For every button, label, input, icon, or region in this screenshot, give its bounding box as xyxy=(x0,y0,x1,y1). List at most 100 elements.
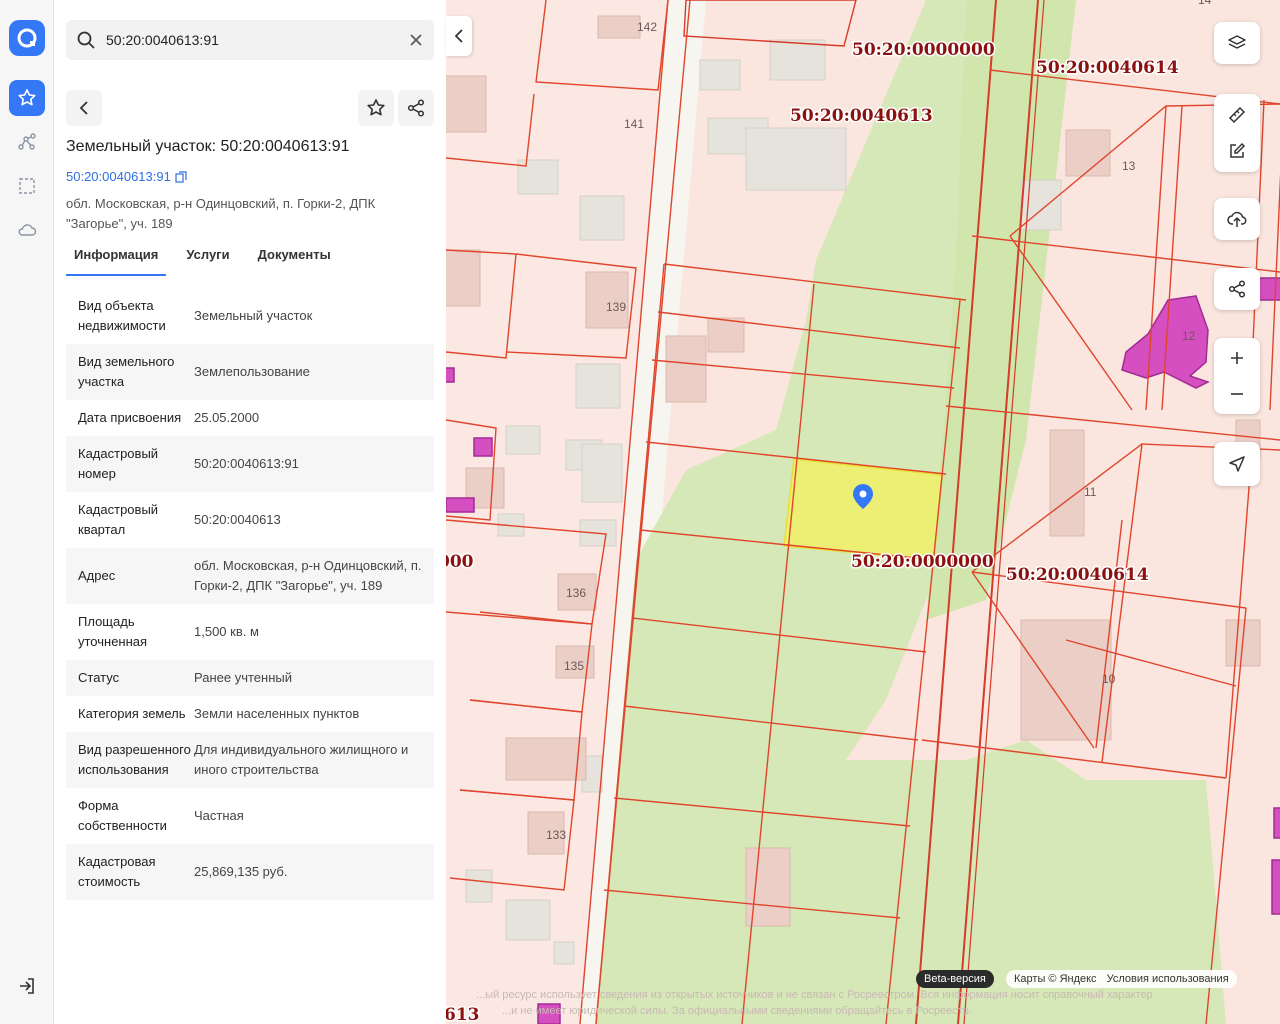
house-number-label: 135 xyxy=(564,659,584,673)
info-row: Вид разрешенного использования Для индиви… xyxy=(66,732,434,788)
logout-button[interactable] xyxy=(17,976,37,1001)
map-canvas[interactable]: 142 141 139 136 135 133 13 12 11 10 14 50:20:00000… xyxy=(446,0,1280,1024)
terms-link[interactable]: Условия использования xyxy=(1107,973,1229,985)
locate-button[interactable] xyxy=(1214,442,1260,486)
info-row-value: обл. Московская, р-н Одинцовский, п. Гор… xyxy=(194,558,422,593)
info-row-value: 1,500 кв. м xyxy=(194,624,259,639)
selection-nav-button[interactable] xyxy=(9,168,45,204)
house-number-label: 10 xyxy=(1102,672,1116,686)
house-number-label: 136 xyxy=(566,586,586,600)
info-row-value: 50:20:0040613:91 xyxy=(194,456,299,471)
edit-icon xyxy=(1230,142,1246,158)
quarter-label: 50:20:0040613 xyxy=(790,106,933,126)
quarter-label: 50:20:0040614 xyxy=(1006,565,1149,585)
back-button[interactable] xyxy=(66,90,102,126)
quarter-label: 613 xyxy=(446,1005,480,1024)
ruler-icon xyxy=(1228,106,1246,124)
share-icon xyxy=(1228,280,1246,298)
back-icon xyxy=(79,101,88,115)
info-row: Вид земельного участка Землепользование xyxy=(66,344,434,400)
house-number-label: 139 xyxy=(606,300,626,314)
cadastral-number-text: 50:20:0040613:91 xyxy=(66,169,171,184)
copy-icon[interactable] xyxy=(175,170,187,183)
disclaimer-text-2: ...и не имеет юридической силы. За офици… xyxy=(502,1005,972,1017)
search-box xyxy=(66,20,434,60)
locate-icon xyxy=(1229,456,1245,472)
upload-control xyxy=(1214,198,1260,240)
info-row-key: Статус xyxy=(78,670,120,685)
zoom-out-button[interactable] xyxy=(1214,376,1260,412)
ruler-button[interactable] xyxy=(1214,97,1260,133)
tools-control xyxy=(1214,94,1260,172)
map-attribution: Карты © Яндекс Условия использования xyxy=(1006,970,1237,988)
route-nav-button[interactable] xyxy=(9,124,45,160)
favorite-button[interactable] xyxy=(358,90,394,126)
clear-search-button[interactable] xyxy=(406,30,426,50)
close-icon xyxy=(410,34,422,46)
info-row-value: 50:20:0040613 xyxy=(194,512,281,527)
info-row-value: Частная xyxy=(194,808,244,823)
search-input[interactable] xyxy=(106,20,396,60)
zoom-out-icon xyxy=(1231,393,1243,395)
disclaimer-text-1: ...ый ресурс использует сведения из откр… xyxy=(476,989,1153,1001)
upload-button[interactable] xyxy=(1214,198,1260,240)
info-row: Категория земель Земли населенных пунктов xyxy=(66,696,434,732)
cadastral-map[interactable]: 142 141 139 136 135 133 13 12 11 10 14 50:20:00000… xyxy=(446,0,1280,1024)
quarter-label: 50:20:0000000 xyxy=(852,40,995,60)
zoom-in-icon xyxy=(1231,352,1243,364)
zoom-in-button[interactable] xyxy=(1214,340,1260,376)
house-number-label: 12 xyxy=(1182,329,1196,343)
tab-services[interactable]: Услуги xyxy=(178,245,237,276)
share-button[interactable] xyxy=(398,90,434,126)
info-row-key: Дата присвоения xyxy=(78,410,182,425)
cloud-icon xyxy=(18,224,37,236)
info-row-value: 25,869,135 руб. xyxy=(194,864,288,879)
route-icon xyxy=(18,133,36,150)
star-icon xyxy=(18,89,36,106)
tab-documents[interactable]: Документы xyxy=(250,245,339,276)
map-share-button[interactable] xyxy=(1214,268,1260,310)
star-icon xyxy=(367,99,385,116)
info-row: Вид объекта недвижимости Земельный участо… xyxy=(66,288,434,344)
page-title: Земельный участок: 50:20:0040613:91 xyxy=(66,138,350,155)
info-panel: Земельный участок: 50:20:0040613:91 50:2… xyxy=(54,0,446,1024)
info-row-value: Земли населенных пунктов xyxy=(194,706,360,721)
cadastral-number-link[interactable]: 50:20:0040613:91 xyxy=(66,169,187,184)
info-row: Кадастровая стоимость 25,869,135 руб. xyxy=(66,844,434,900)
info-row: Адрес обл. Московская, р-н Одинцовский, п… xyxy=(66,548,434,604)
info-row-value: Земельный участок xyxy=(194,308,313,323)
locate-control xyxy=(1214,442,1260,486)
layers-control xyxy=(1214,22,1260,64)
quarter-label: 50:20:0000000 xyxy=(851,552,994,572)
info-row-value: Для индивидуального жилищного и иного ст… xyxy=(194,742,409,777)
logo-icon[interactable] xyxy=(9,20,45,56)
info-row: Кадастровый номер 50:20:0040613:91 xyxy=(66,436,434,492)
selection-icon xyxy=(19,178,35,194)
collapse-panel-button[interactable] xyxy=(446,16,472,56)
selected-parcel[interactable] xyxy=(783,458,943,561)
house-number-label: 142 xyxy=(637,20,657,34)
info-row: Форма собственности Частная xyxy=(66,788,434,844)
cloud-nav-button[interactable] xyxy=(9,212,45,248)
tab-info[interactable]: Информация xyxy=(66,245,167,276)
info-row: Площадь уточненная 1,500 кв. м xyxy=(66,604,434,660)
layers-button[interactable] xyxy=(1214,22,1260,64)
quarter-label: 000 xyxy=(446,552,474,572)
edit-button[interactable] xyxy=(1214,133,1260,169)
layers-icon xyxy=(1228,35,1246,49)
favorites-nav-button[interactable] xyxy=(9,80,45,116)
info-row-key: Вид разрешенного использования xyxy=(78,742,191,777)
info-row-key: Адрес xyxy=(78,568,116,583)
info-row-key: Вид объекта недвижимости xyxy=(78,298,166,333)
chevron-left-icon xyxy=(454,29,463,43)
upload-icon xyxy=(1227,211,1247,227)
app-rail xyxy=(0,0,54,1024)
search-icon xyxy=(77,31,95,49)
house-number-label: 14 xyxy=(1198,0,1212,7)
house-number-label: 141 xyxy=(624,117,644,131)
info-row-key: Кадастровая стоимость xyxy=(78,854,156,889)
yandex-attribution[interactable]: Карты © Яндекс xyxy=(1014,973,1097,985)
info-row-value: 25.05.2000 xyxy=(194,410,260,425)
share-icon xyxy=(407,99,425,117)
beta-badge: Beta-версия xyxy=(916,970,994,988)
